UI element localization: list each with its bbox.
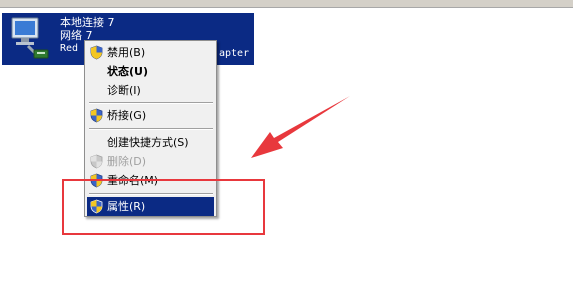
menu-separator [89, 128, 213, 130]
menu-item-label: 诊断(I) [107, 84, 141, 97]
menu-separator [89, 102, 213, 104]
menu-item-create-shortcut[interactable]: 创建快捷方式(S) [87, 133, 214, 152]
menu-item-label: 桥接(G) [107, 109, 147, 122]
context-menu: 禁用(B) 状态(U) 诊断(I) 桥接(G) 创建快捷方式(S) 删除(D) … [84, 40, 217, 217]
menu-item-diagnose[interactable]: 诊断(I) [87, 81, 214, 100]
menu-item-label: 删除(D) [107, 155, 147, 168]
menu-item-status[interactable]: 状态(U) [87, 62, 214, 81]
menu-separator [89, 193, 213, 195]
uac-shield-icon [90, 45, 103, 60]
menu-item-label: 重命名(M) [107, 174, 159, 187]
menu-item-bridge[interactable]: 桥接(G) [87, 106, 214, 125]
uac-shield-icon [90, 173, 103, 188]
menu-item-label: 禁用(B) [107, 46, 146, 59]
adapter-name: 本地连接 7 [60, 16, 115, 29]
uac-shield-icon [90, 199, 103, 214]
menu-item-disable[interactable]: 禁用(B) [87, 43, 214, 62]
menu-item-rename[interactable]: 重命名(M) [87, 171, 214, 190]
menu-item-properties[interactable]: 属性(R) [87, 197, 214, 216]
network-adapter-icon [11, 17, 49, 59]
menu-item-label: 创建快捷方式(S) [107, 136, 189, 149]
uac-shield-icon [90, 154, 103, 169]
menu-item-label: 属性(R) [107, 200, 146, 213]
adapter-device-suffix: apter [219, 48, 250, 59]
uac-shield-icon [90, 108, 103, 123]
top-window-strip [0, 0, 573, 8]
menu-item-delete[interactable]: 删除(D) [87, 152, 214, 171]
menu-item-label: 状态(U) [107, 65, 148, 78]
